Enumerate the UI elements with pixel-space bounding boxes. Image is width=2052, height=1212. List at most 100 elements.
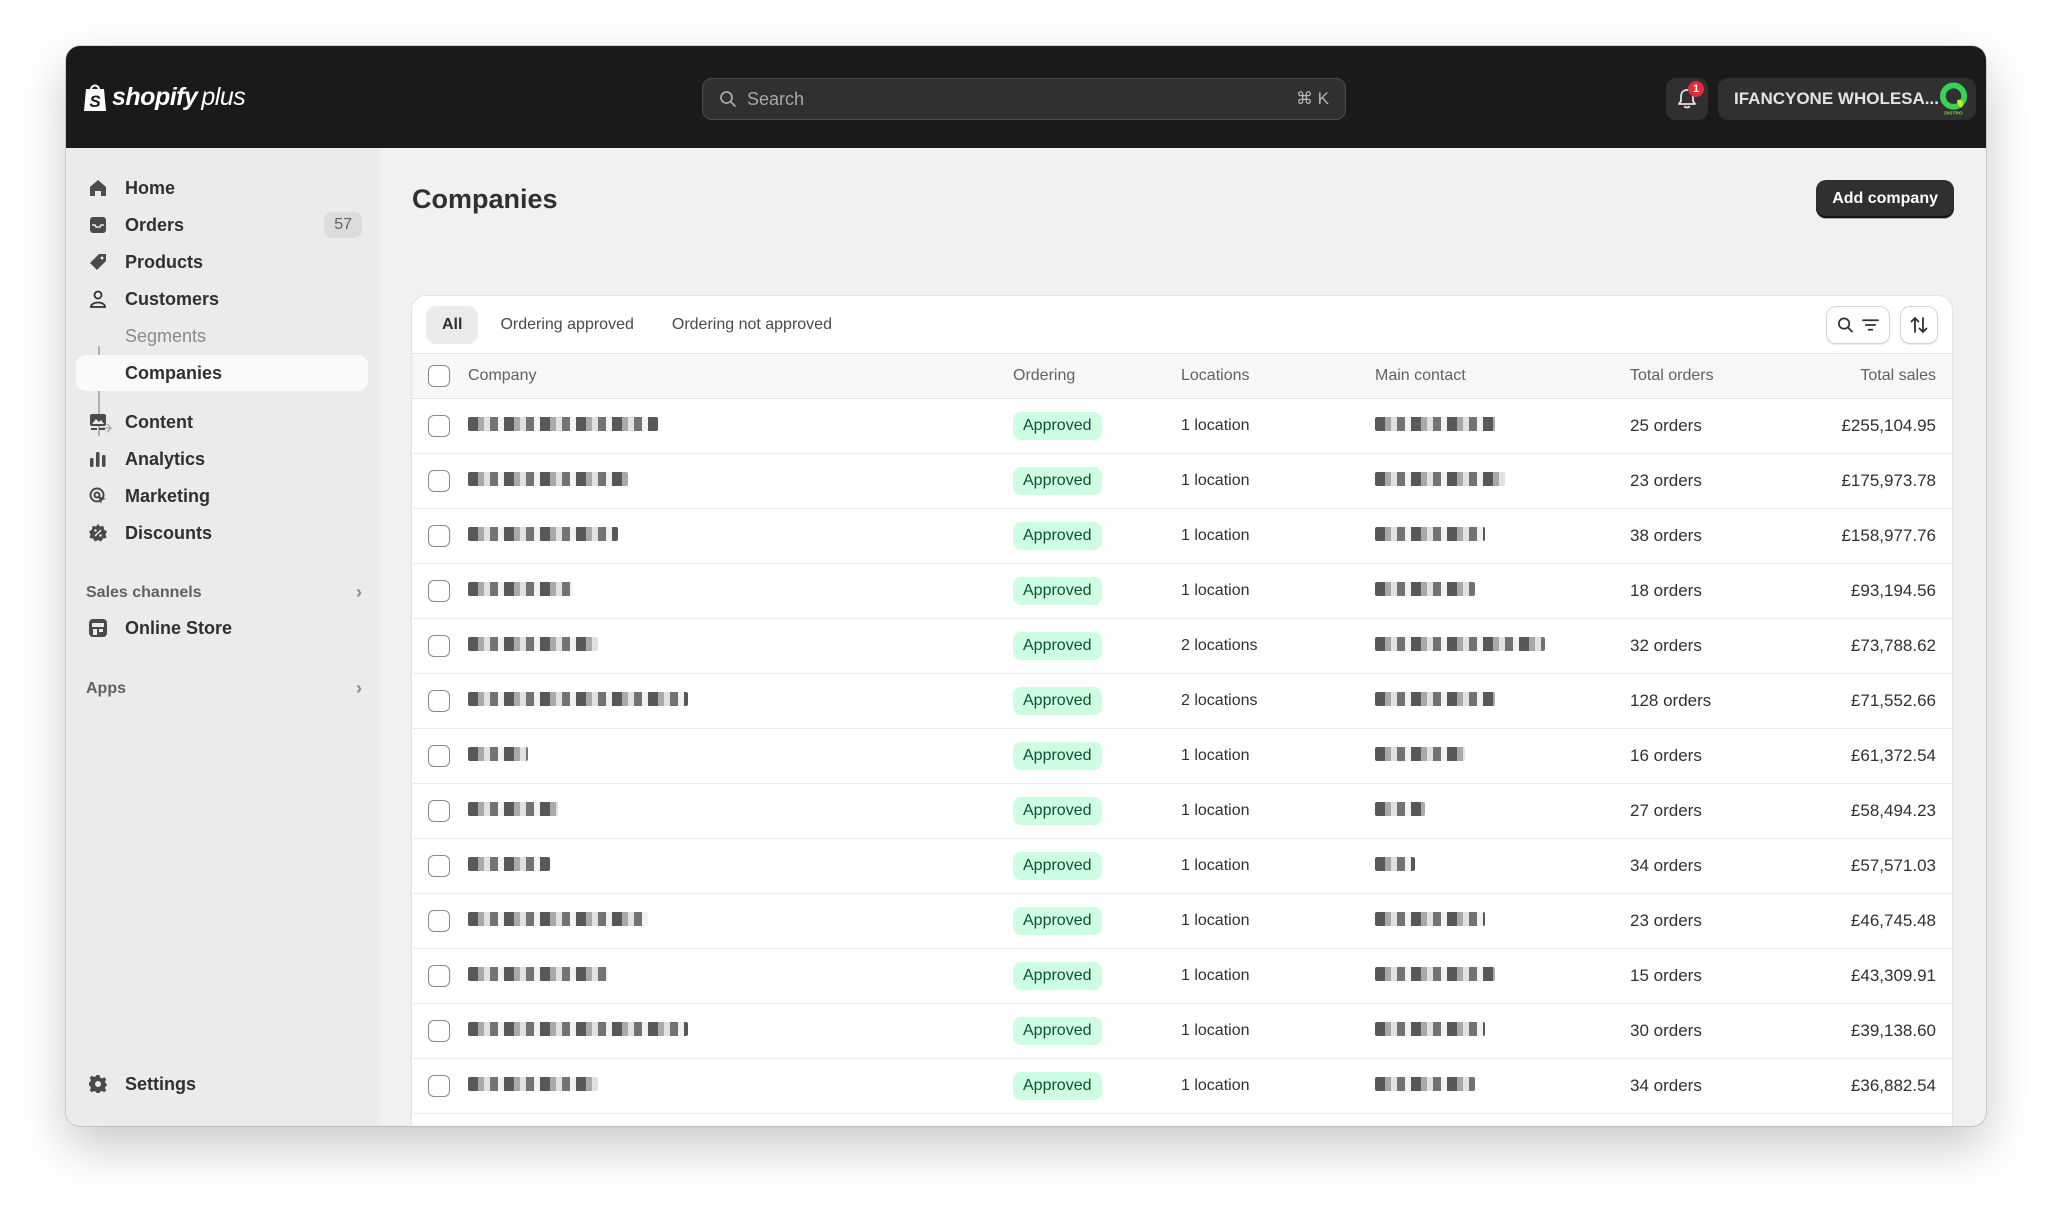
total-sales: £36,882.54 bbox=[1800, 1058, 1952, 1114]
sort-button[interactable] bbox=[1900, 306, 1938, 344]
search-filter-button[interactable] bbox=[1826, 306, 1890, 344]
apps-title: Apps bbox=[86, 679, 126, 697]
tab-ordering-not-approved[interactable]: Ordering not approved bbox=[656, 306, 848, 344]
select-all-checkbox[interactable] bbox=[428, 364, 450, 387]
row-checkbox[interactable] bbox=[428, 414, 450, 437]
sidebar-item-customers[interactable]: Customers bbox=[76, 281, 368, 317]
bar-chart-icon bbox=[88, 449, 108, 469]
total-orders: 34 orders bbox=[1630, 838, 1800, 894]
company-name-redacted[interactable] bbox=[468, 966, 608, 981]
column-header-main-contact[interactable]: Main contact bbox=[1375, 354, 1630, 399]
table-row[interactable]: Approved 2 locations 32 orders £73,788.6… bbox=[412, 618, 1952, 674]
sidebar-item-label: Companies bbox=[125, 362, 223, 383]
search-bar[interactable]: Search ⌘ K bbox=[702, 78, 1346, 120]
sidebar-item-settings[interactable]: Settings bbox=[76, 1066, 368, 1102]
sidebar-item-marketing[interactable]: Marketing bbox=[76, 478, 368, 514]
table-row[interactable]: Approved 1 location 18 orders £93,194.56 bbox=[412, 563, 1952, 619]
row-checkbox[interactable] bbox=[428, 1019, 450, 1042]
sidebar-item-label: Segments bbox=[125, 325, 207, 346]
company-name-redacted[interactable] bbox=[468, 746, 528, 761]
store-name: IFANCYONE WHOLESA... bbox=[1734, 89, 1939, 108]
sidebar-item-products[interactable]: Products bbox=[76, 244, 368, 280]
companies-card: All Ordering approved Ordering not appro… bbox=[412, 296, 1952, 1126]
row-checkbox[interactable] bbox=[428, 1074, 450, 1097]
table-row[interactable]: Approved 1 location 38 orders £158,977.7… bbox=[412, 508, 1952, 564]
table-row[interactable]: Approved 1 location 23 orders £175,973.7… bbox=[412, 453, 1952, 509]
company-name-redacted[interactable] bbox=[468, 1076, 598, 1091]
locations-count: 1 location bbox=[1181, 1003, 1375, 1059]
row-checkbox[interactable] bbox=[428, 854, 450, 877]
ordering-status-badge: Approved bbox=[1013, 1016, 1102, 1045]
column-header-locations[interactable]: Locations bbox=[1181, 354, 1375, 399]
row-checkbox[interactable] bbox=[428, 909, 450, 932]
company-name-redacted[interactable] bbox=[468, 526, 618, 541]
total-orders: 23 orders bbox=[1630, 453, 1800, 509]
sidebar-item-orders[interactable]: Orders 57 bbox=[76, 207, 368, 243]
company-name-redacted[interactable] bbox=[468, 581, 573, 596]
total-orders: 23 orders bbox=[1630, 893, 1800, 949]
locations-count: 1 location bbox=[1181, 893, 1375, 949]
row-checkbox[interactable] bbox=[428, 634, 450, 657]
column-header-ordering[interactable]: Ordering bbox=[1013, 354, 1181, 399]
table-row[interactable]: Approved 1 location 34 orders £36,882.54 bbox=[412, 1058, 1952, 1114]
notifications-button[interactable]: 1 bbox=[1666, 78, 1708, 120]
app-window: S shopify plus Search ⌘ K 1 IFANCYONE WHO… bbox=[66, 46, 1986, 1126]
sidebar-item-companies[interactable]: Companies bbox=[76, 355, 368, 391]
tab-all[interactable]: All bbox=[426, 305, 479, 344]
company-name-redacted[interactable] bbox=[468, 856, 550, 871]
row-checkbox[interactable] bbox=[428, 469, 450, 492]
shopify-plus-logo[interactable]: S shopify plus bbox=[82, 81, 246, 113]
add-company-button[interactable]: Add company bbox=[1816, 180, 1954, 218]
company-name-redacted[interactable] bbox=[468, 691, 688, 706]
company-name-redacted[interactable] bbox=[468, 636, 598, 651]
table-row[interactable]: Approved 1 location 27 orders £58,494.23 bbox=[412, 783, 1952, 839]
sidebar-item-content[interactable]: Content bbox=[76, 404, 368, 440]
tab-ordering-approved[interactable]: Ordering approved bbox=[484, 306, 649, 344]
sidebar-item-discounts[interactable]: Discounts bbox=[76, 515, 368, 551]
table-row[interactable]: Approved 1 location 32 orders £35,514.08 bbox=[412, 1113, 1952, 1126]
row-checkbox[interactable] bbox=[428, 964, 450, 987]
main-content: Companies Add company All Ordering appro… bbox=[380, 148, 1986, 1126]
row-checkbox[interactable] bbox=[428, 799, 450, 822]
table-row[interactable]: Approved 1 location 23 orders £46,745.48 bbox=[412, 893, 1952, 949]
total-orders: 25 orders bbox=[1630, 398, 1800, 454]
discount-icon bbox=[88, 523, 108, 543]
company-name-redacted[interactable] bbox=[468, 911, 648, 926]
column-header-total-sales[interactable]: Total sales bbox=[1800, 354, 1952, 399]
column-header-company[interactable]: Company bbox=[468, 354, 1013, 399]
sales-channels-section[interactable]: Sales channels › bbox=[86, 582, 362, 603]
main-contact-redacted bbox=[1375, 636, 1545, 651]
sidebar-item-home[interactable]: Home bbox=[76, 170, 368, 206]
sidebar-item-label: Products bbox=[125, 251, 204, 272]
table-row[interactable]: Approved 1 location 34 orders £57,571.03 bbox=[412, 838, 1952, 894]
table-row[interactable]: Approved 1 location 25 orders £255,104.9… bbox=[412, 398, 1952, 454]
main-contact-redacted bbox=[1375, 471, 1505, 486]
table-row[interactable]: Approved 2 locations 128 orders £71,552.… bbox=[412, 673, 1952, 729]
ordering-status-badge: Approved bbox=[1013, 631, 1102, 660]
row-checkbox[interactable] bbox=[428, 524, 450, 547]
company-name-redacted[interactable] bbox=[468, 1021, 688, 1036]
company-name-redacted[interactable] bbox=[468, 416, 658, 431]
ordering-status-badge: Approved bbox=[1013, 796, 1102, 825]
table-row[interactable]: Approved 1 location 16 orders £61,372.54 bbox=[412, 728, 1952, 784]
sidebar-item-label: Discounts bbox=[125, 522, 213, 543]
gear-icon bbox=[88, 1074, 108, 1094]
company-name-redacted[interactable] bbox=[468, 801, 558, 816]
sidebar-item-segments[interactable]: Segments bbox=[76, 318, 368, 354]
sidebar-item-online-store[interactable]: Online Store bbox=[76, 610, 368, 646]
main-contact-redacted bbox=[1375, 581, 1475, 596]
total-sales: £73,788.62 bbox=[1800, 618, 1952, 674]
row-checkbox[interactable] bbox=[428, 579, 450, 602]
locations-count: 2 locations bbox=[1181, 618, 1375, 674]
chevron-right-icon: › bbox=[356, 582, 362, 602]
row-checkbox[interactable] bbox=[428, 689, 450, 712]
table-row[interactable]: Approved 1 location 30 orders £39,138.60 bbox=[412, 1003, 1952, 1059]
company-name-redacted[interactable] bbox=[468, 471, 628, 486]
apps-section[interactable]: Apps › bbox=[86, 678, 362, 699]
row-checkbox[interactable] bbox=[428, 744, 450, 767]
target-icon bbox=[88, 486, 108, 506]
column-header-total-orders[interactable]: Total orders bbox=[1630, 354, 1800, 399]
sidebar-item-analytics[interactable]: Analytics bbox=[76, 441, 368, 477]
table-row[interactable]: Approved 1 location 15 orders £43,309.91 bbox=[412, 948, 1952, 1004]
store-menu-button[interactable]: IFANCYONE WHOLESA... DISTRO bbox=[1718, 78, 1976, 120]
